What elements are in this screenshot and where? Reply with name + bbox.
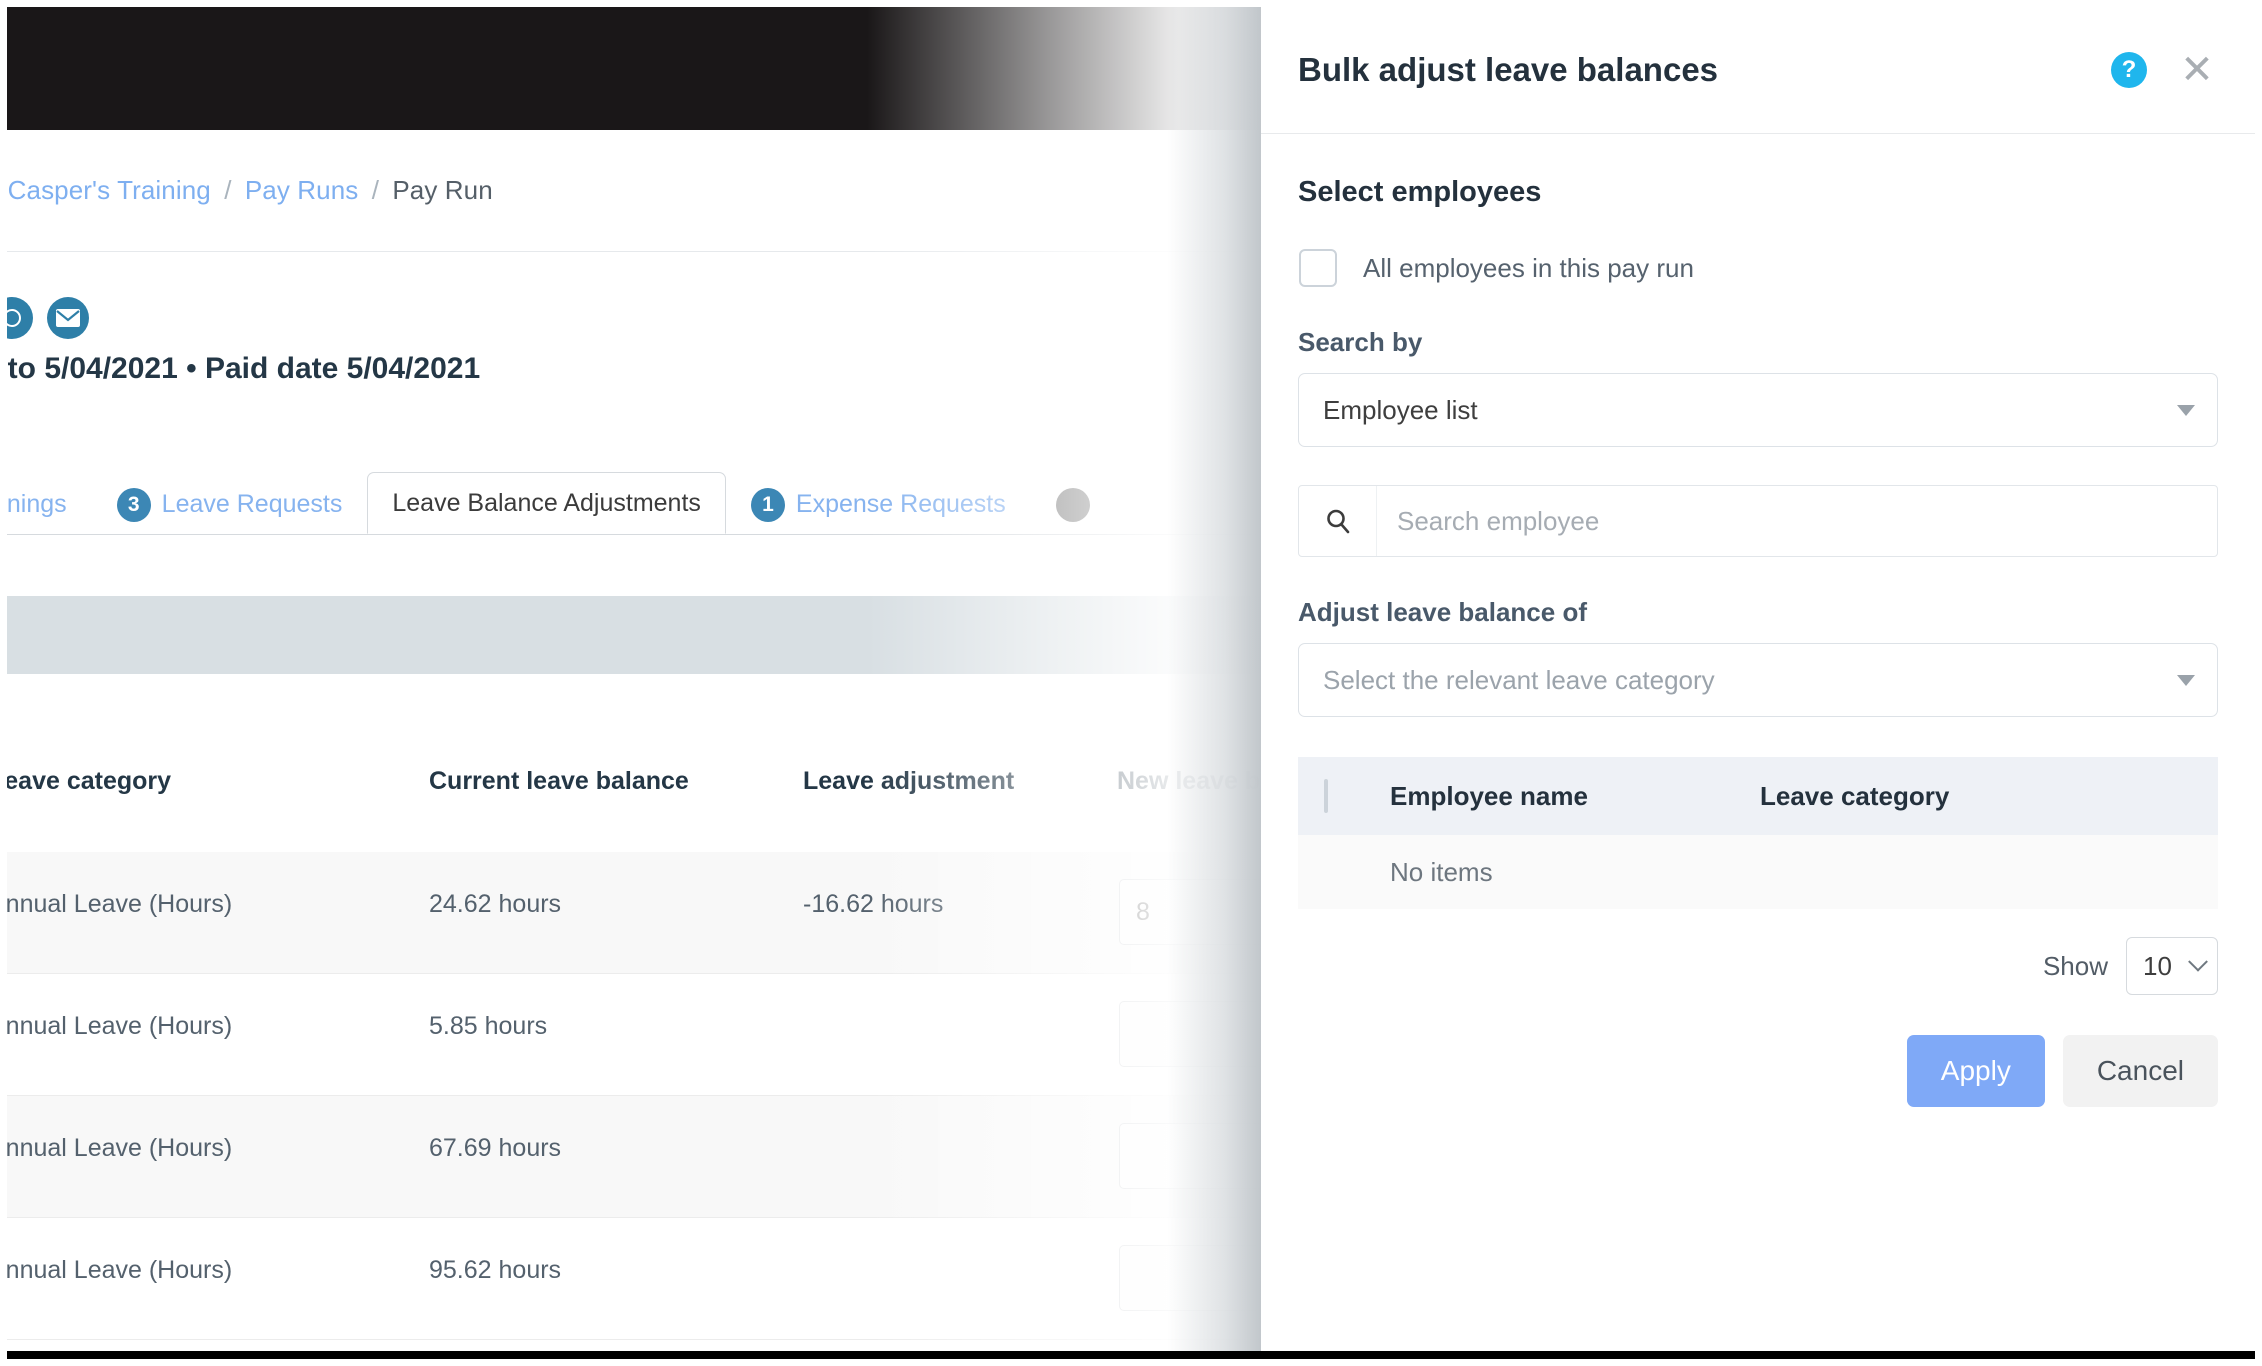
table-row-empty: No items (1298, 835, 2218, 909)
tab-badge-count: 3 (116, 487, 151, 522)
tab-badge-count (1055, 487, 1090, 522)
tab-label: Warnings (7, 490, 67, 518)
tab-label: Expense Requests (795, 490, 1006, 518)
select-all-header-cell (1298, 757, 1390, 835)
dialog-header: Bulk adjust leave balances ? ✕ (1261, 7, 2255, 134)
column-employee-name: Employee name (1390, 780, 1588, 811)
breadcrumb-current: Pay Run (392, 175, 493, 205)
column-current-balance: Current leave balance (429, 767, 689, 795)
apply-button[interactable]: Apply (1906, 1035, 2045, 1107)
cancel-button[interactable]: Cancel (2062, 1035, 2218, 1107)
bottom-black-bar (7, 1351, 2255, 1359)
payrun-date-summary: l to 5/04/2021 • Paid date 5/04/2021 (7, 352, 481, 385)
table-row: Annual Leave (Hours) 95.62 hours (7, 1218, 1329, 1340)
search-employee-input[interactable] (1377, 486, 2217, 556)
page-size-select[interactable]: 10 (2126, 937, 2218, 995)
page-size-value: 10 (2143, 950, 2172, 981)
section-banner: ts (7, 596, 1269, 674)
column-new-balance: New leave b (1117, 767, 1261, 795)
column-leave-category: Leave category (7, 767, 172, 795)
envelope-icon[interactable] (47, 297, 89, 339)
clipped-circle-icon[interactable] (7, 297, 33, 339)
payrun-tabs: Warnings 3 Leave Requests Leave Balance … (7, 472, 1337, 534)
cell-current-balance: 67.69 hours (429, 1134, 562, 1162)
chevron-down-icon (2188, 951, 2208, 972)
cell-leave-category: Annual Leave (Hours) (7, 890, 233, 918)
breadcrumb-item-company[interactable]: ] Casper's Training (7, 175, 211, 205)
column-leave-adjustment: Leave adjustment (803, 767, 1015, 795)
close-icon[interactable]: ✕ (2177, 50, 2217, 90)
search-by-value: Employee list (1323, 394, 1478, 425)
app-screenshot: ] Casper's Training / Pay Runs / Pay Run… (0, 0, 2262, 1366)
breadcrumb: ] Casper's Training / Pay Runs / Pay Run (7, 175, 493, 206)
selected-employees-table: Employee name Leave category No items (1298, 757, 2218, 909)
breadcrumb-separator-2: / (371, 175, 380, 205)
all-employees-row[interactable]: All employees in this pay run (1298, 249, 2218, 287)
dialog-actions: Apply Cancel (1298, 1035, 2218, 1107)
tab-badge-count: 1 (750, 487, 785, 522)
pagination-row: Show 10 (1298, 937, 2218, 995)
leave-category-select[interactable]: Select the relevant leave category (1298, 643, 2218, 717)
table-row: Annual Leave (Hours) 67.69 hours (7, 1096, 1329, 1218)
help-icon[interactable]: ? (2111, 52, 2147, 88)
select-employees-heading: Select employees (1298, 176, 1542, 208)
table-header-row: Employee name Leave category (1298, 757, 2218, 835)
tabs-underline (7, 534, 1269, 535)
payrun-action-icons (7, 297, 89, 339)
top-navbar (7, 7, 1269, 130)
no-items-text: No items (1390, 856, 1493, 887)
leave-category-value: Select the relevant leave category (1323, 664, 1715, 695)
table-row: Annual Leave (Hours) 5.85 hours (7, 974, 1329, 1096)
all-employees-checkbox[interactable] (1299, 249, 1337, 287)
tab-label: Leave Requests (161, 490, 343, 518)
dialog-title: Bulk adjust leave balances (1298, 51, 1719, 88)
search-by-label: Search by (1298, 327, 1423, 357)
tab-clipped[interactable] (1031, 474, 1115, 534)
cell-leave-category: Annual Leave (Hours) (7, 1256, 233, 1284)
tab-expense-requests[interactable]: 1 Expense Requests (726, 474, 1031, 534)
tab-warnings[interactable]: Warnings (7, 474, 92, 534)
table-row: Annual Leave (Hours) 24.62 hours -16.62 … (7, 852, 1329, 974)
cell-current-balance: 24.62 hours (429, 890, 562, 918)
show-label: Show (2042, 950, 2108, 981)
cell-leave-category: Annual Leave (Hours) (7, 1012, 233, 1040)
adjustments-table-body: Annual Leave (Hours) 24.62 hours -16.62 … (7, 852, 1329, 1340)
select-all-checkbox[interactable] (1324, 778, 1328, 813)
breadcrumb-item-payruns[interactable]: Pay Runs (245, 175, 359, 205)
search-by-select[interactable]: Employee list (1298, 373, 2218, 447)
column-leave-category: Leave category (1760, 780, 1950, 811)
tab-leave-balance-adjustments[interactable]: Leave Balance Adjustments (367, 472, 726, 534)
adjust-leave-balance-label: Adjust leave balance of (1298, 597, 1587, 627)
bulk-adjust-leave-balances-dialog: Bulk adjust leave balances ? ✕ Select em… (1261, 7, 2255, 1359)
chevron-down-icon (2177, 674, 2195, 686)
cell-leave-adjustment: -16.62 hours (803, 890, 944, 918)
search-employee-box[interactable] (1298, 485, 2218, 557)
adjustments-table-header: Leave category Current leave balance Lea… (7, 767, 1269, 825)
search-icon (1299, 486, 1377, 556)
section-banner-title: ts (7, 620, 8, 651)
chevron-down-icon (2177, 404, 2195, 416)
dialog-body: Select employees All employees in this p… (1261, 176, 2255, 1107)
breadcrumb-separator: / (224, 175, 232, 205)
all-employees-label: All employees in this pay run (1363, 252, 1694, 283)
tab-leave-requests[interactable]: 3 Leave Requests (92, 474, 368, 534)
cell-current-balance: 5.85 hours (429, 1012, 548, 1040)
cell-leave-category: Annual Leave (Hours) (7, 1134, 233, 1162)
tab-label: Leave Balance Adjustments (392, 488, 701, 517)
cell-current-balance: 95.62 hours (429, 1256, 562, 1284)
header-divider (7, 251, 1269, 252)
